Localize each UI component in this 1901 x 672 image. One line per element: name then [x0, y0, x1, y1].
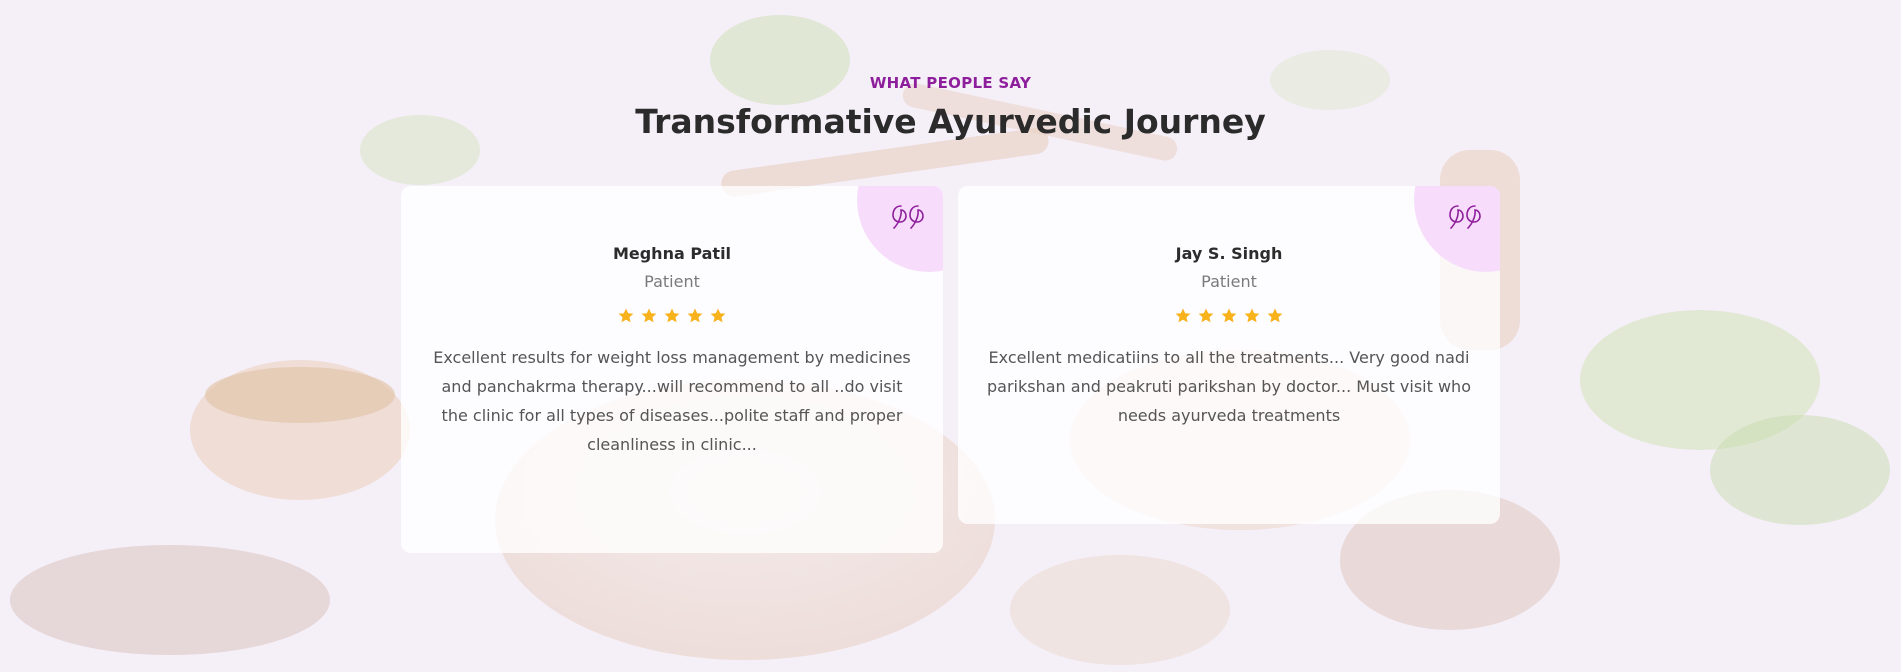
section-eyebrow: WHAT PEOPLE SAY	[869, 74, 1032, 92]
testimonial-name: Meghna Patil	[612, 244, 732, 263]
quote-icon	[892, 204, 926, 234]
testimonial-text: Excellent results for weight loss manage…	[433, 348, 911, 454]
testimonial-role: Patient	[644, 272, 700, 291]
star-icon	[1220, 307, 1238, 325]
star-rating	[984, 307, 1474, 325]
testimonial-name: Jay S. Singh	[1175, 244, 1283, 263]
star-rating	[427, 307, 917, 325]
star-icon	[617, 307, 635, 325]
star-icon	[1243, 307, 1261, 325]
star-icon	[686, 307, 704, 325]
testimonial-card: Jay S. Singh Patient Excellent medicatii…	[958, 186, 1500, 524]
testimonial-role: Patient	[1201, 272, 1257, 291]
testimonial-card: Meghna Patil Patient Excellent results f…	[401, 186, 943, 553]
section-header: WHAT PEOPLE SAY Transformative Ayurvedic…	[0, 74, 1901, 141]
star-icon	[1197, 307, 1215, 325]
quote-icon	[1449, 204, 1483, 234]
star-icon	[709, 307, 727, 325]
testimonials-section: WHAT PEOPLE SAY Transformative Ayurvedic…	[0, 0, 1901, 672]
section-title: Transformative Ayurvedic Journey	[635, 102, 1266, 141]
star-icon	[663, 307, 681, 325]
star-icon	[640, 307, 658, 325]
testimonial-text: Excellent medicatiins to all the treatme…	[987, 348, 1471, 425]
star-icon	[1266, 307, 1284, 325]
star-icon	[1174, 307, 1192, 325]
